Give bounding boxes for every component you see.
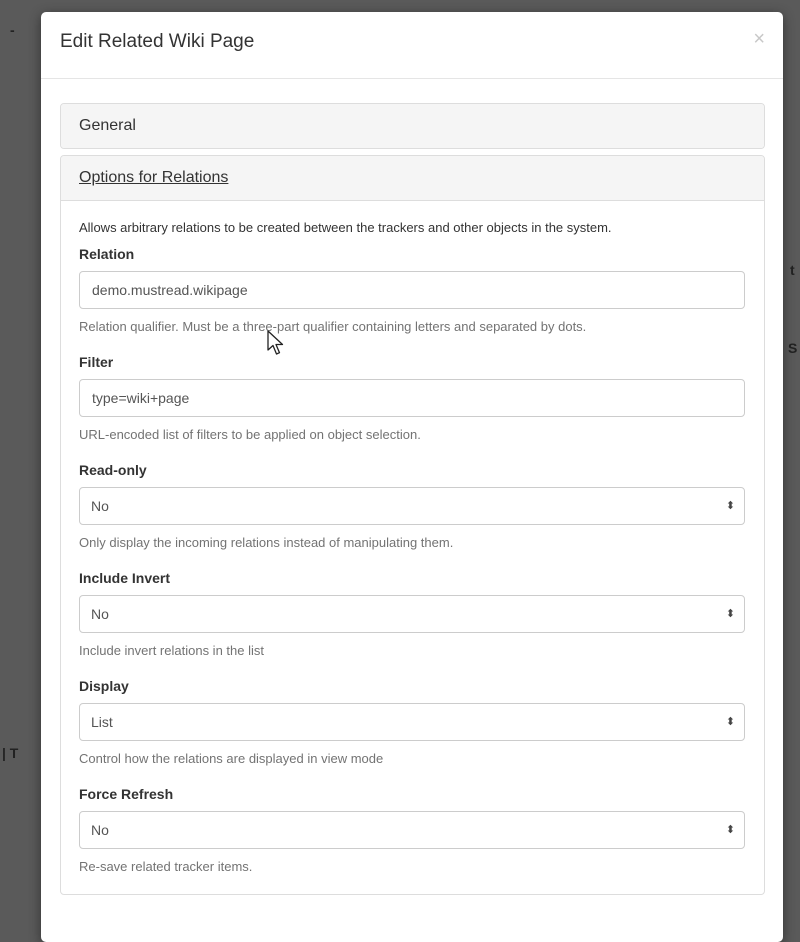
include-invert-help: Include invert relations in the list [79, 643, 264, 658]
panel-options-for-relations: Options for Relations Allows arbitrary r… [60, 155, 765, 895]
display-group: Display List ⬍ Control how the relations… [79, 678, 746, 769]
select-arrow-icon: ⬍ [725, 716, 735, 728]
force-refresh-selected-value: No [91, 822, 109, 838]
backdrop-glyph: S [788, 340, 798, 356]
include-invert-group: Include Invert No ⬍ Include invert relat… [79, 570, 746, 661]
force-refresh-help: Re-save related tracker items. [79, 859, 253, 874]
read-only-select[interactable]: No ⬍ [79, 487, 745, 525]
panel-general-heading[interactable]: General [61, 104, 764, 148]
display-help: Control how the relations are displayed … [79, 751, 384, 766]
relation-group: Relation demo.mustread.wikipage Relation… [79, 246, 746, 337]
force-refresh-group: Force Refresh No ⬍ Re-save related track… [79, 786, 746, 877]
panel-options-heading[interactable]: Options for Relations [61, 156, 764, 201]
modal-header: Edit Related Wiki Page × [41, 12, 783, 79]
backdrop-glyph: t [790, 262, 795, 278]
panel-description: Allows arbitrary relations to be created… [79, 220, 612, 235]
close-icon[interactable]: × [753, 29, 765, 49]
include-invert-select[interactable]: No ⬍ [79, 595, 745, 633]
display-label: Display [79, 678, 129, 694]
select-arrow-icon: ⬍ [725, 608, 735, 620]
backdrop-glyph: | T [2, 745, 19, 761]
filter-label: Filter [79, 354, 114, 370]
edit-related-wiki-page-dialog: Edit Related Wiki Page × General Options… [41, 12, 783, 942]
display-selected-value: List [91, 714, 113, 730]
read-only-selected-value: No [91, 498, 109, 514]
panel-options-title: Options for Relations [79, 169, 229, 186]
relation-help: Relation qualifier. Must be a three-part… [79, 319, 587, 334]
modal-body: General Options for Relations Allows arb… [41, 79, 783, 895]
display-select[interactable]: List ⬍ [79, 703, 745, 741]
select-arrow-icon: ⬍ [725, 500, 735, 512]
read-only-help: Only display the incoming relations inst… [79, 535, 454, 550]
backdrop-glyph: - [10, 22, 15, 38]
filter-input[interactable]: type=wiki+page [79, 379, 745, 417]
select-arrow-icon: ⬍ [725, 824, 735, 836]
panel-general-title: General [79, 117, 136, 134]
relation-input[interactable]: demo.mustread.wikipage [79, 271, 745, 309]
read-only-label: Read-only [79, 462, 147, 478]
force-refresh-select[interactable]: No ⬍ [79, 811, 745, 849]
filter-group: Filter type=wiki+page URL-encoded list o… [79, 354, 746, 445]
panel-general: General [60, 103, 765, 149]
panel-options-body: Allows arbitrary relations to be created… [61, 201, 764, 877]
include-invert-label: Include Invert [79, 570, 171, 586]
modal-title: Edit Related Wiki Page [60, 31, 255, 52]
force-refresh-label: Force Refresh [79, 786, 174, 802]
filter-help: URL-encoded list of filters to be applie… [79, 427, 421, 442]
read-only-group: Read-only No ⬍ Only display the incoming… [79, 462, 746, 553]
relation-label: Relation [79, 246, 135, 262]
include-invert-selected-value: No [91, 606, 109, 622]
